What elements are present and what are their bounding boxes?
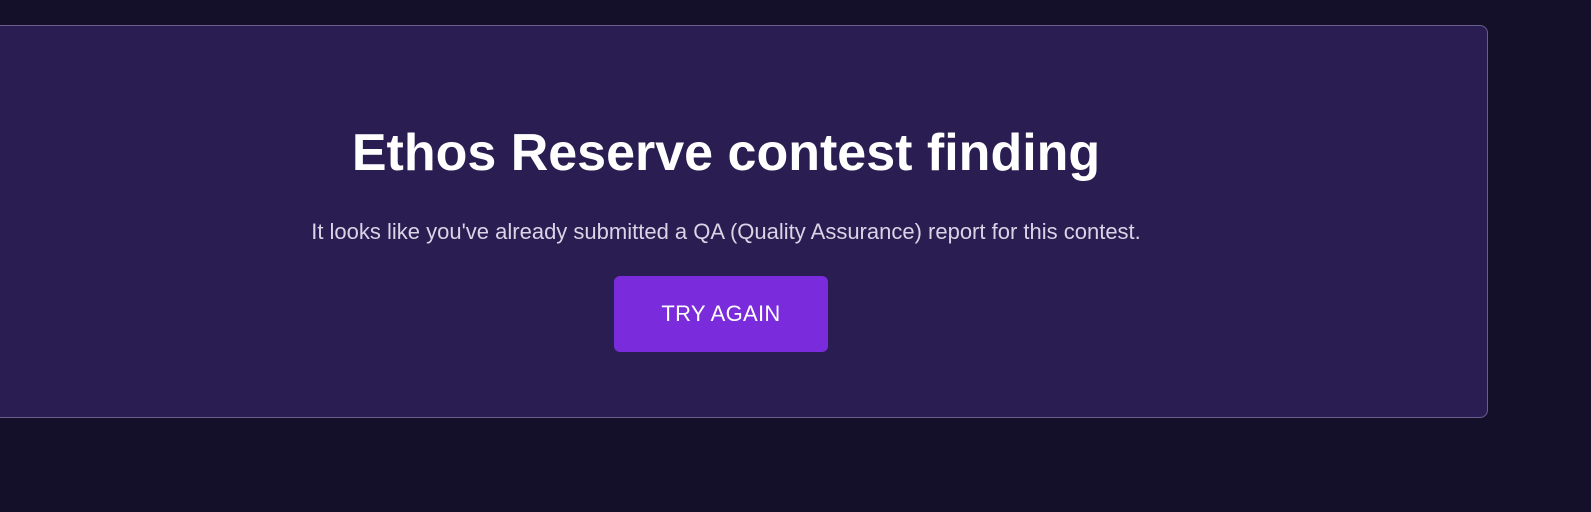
already-submitted-message: It looks like you've already submitted a… <box>311 219 1141 244</box>
try-again-button[interactable]: TRY AGAIN <box>614 276 828 352</box>
page: Ethos Reserve contest finding It looks l… <box>0 0 1591 512</box>
finding-card: Ethos Reserve contest finding It looks l… <box>0 25 1488 418</box>
card-title: Ethos Reserve contest finding <box>351 124 1101 182</box>
